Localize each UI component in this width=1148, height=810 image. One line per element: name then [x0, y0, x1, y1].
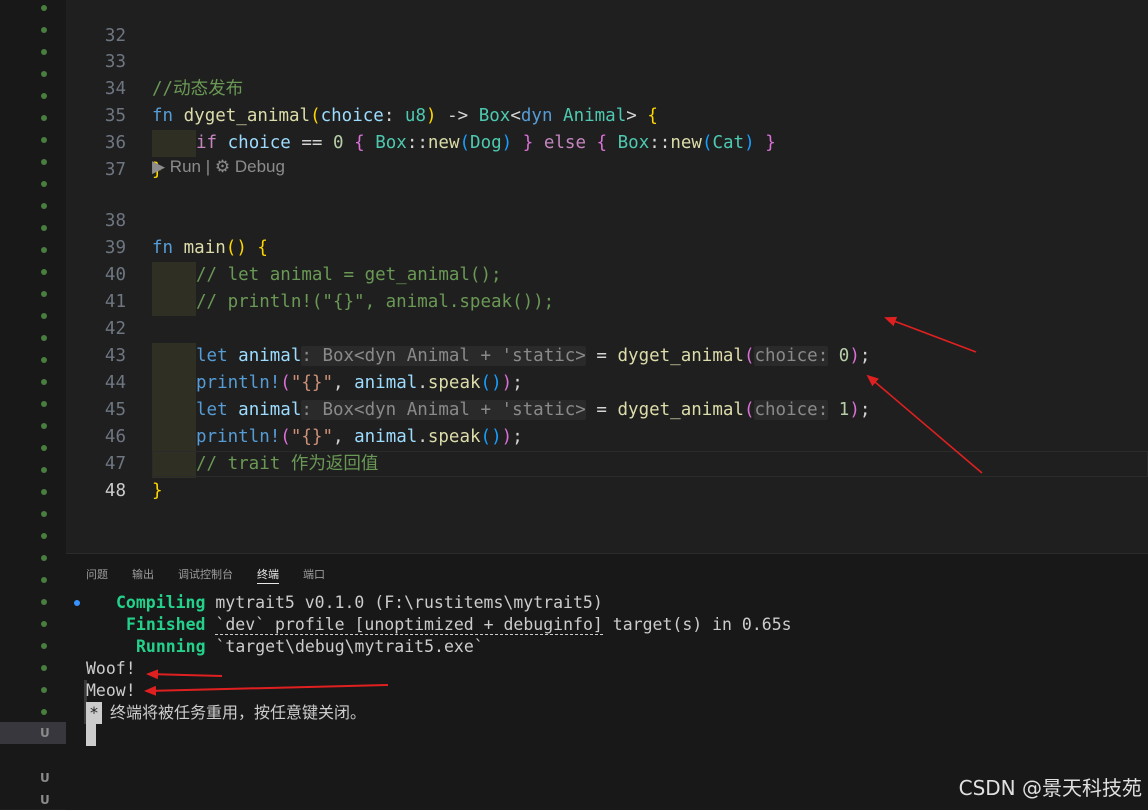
arrow-to-choice-1	[866, 374, 983, 474]
arrow-to-woof	[146, 669, 223, 680]
arrow-to-choice-0	[884, 316, 977, 353]
arrow-to-meow	[144, 684, 389, 696]
watermark: CSDN @景天科技苑	[958, 776, 1142, 800]
annotation-arrows	[144, 316, 983, 696]
